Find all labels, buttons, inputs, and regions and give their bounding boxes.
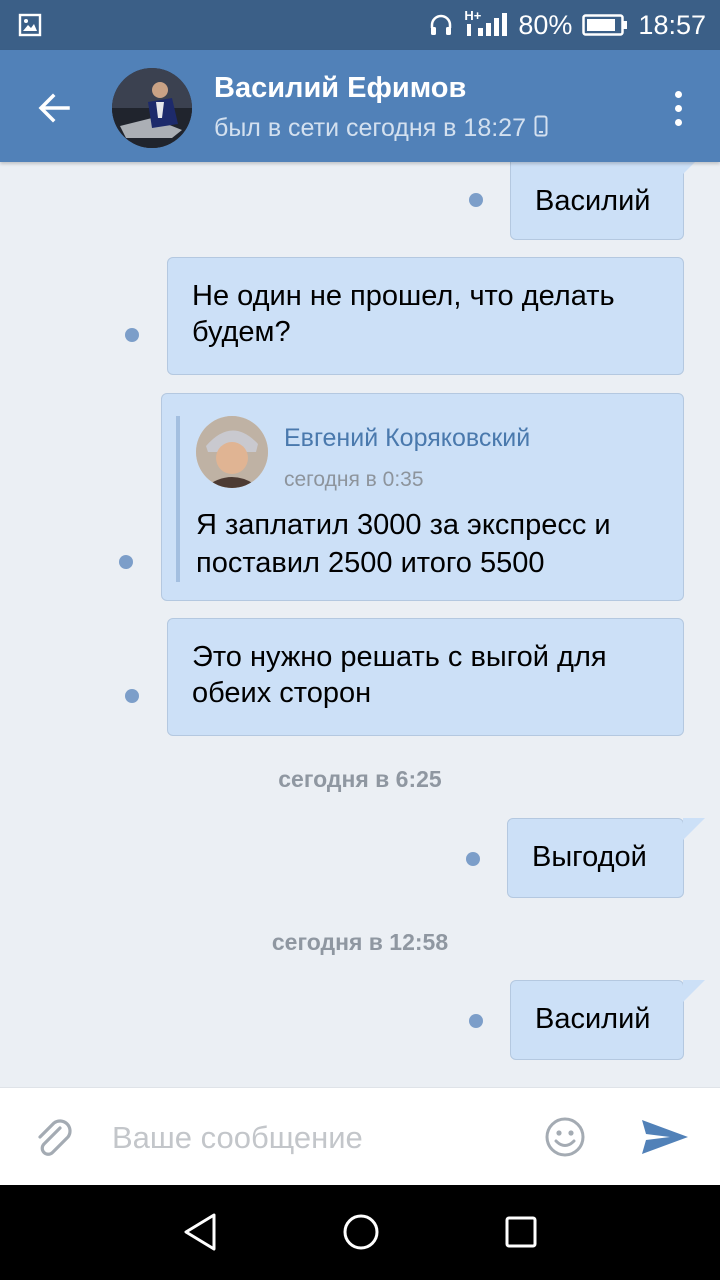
contact-avatar[interactable]: [112, 68, 192, 148]
message-input[interactable]: [112, 1108, 512, 1168]
more-vertical-icon: [674, 90, 682, 98]
send-button[interactable]: [638, 1112, 692, 1162]
message-text: Василий: [535, 185, 651, 217]
message-list[interactable]: Василий Не один не прошел, что делать бу…: [0, 162, 720, 1087]
headphones-icon: [428, 12, 454, 38]
contact-name[interactable]: Василий Ефимов: [214, 72, 466, 105]
circle-home-icon: [343, 1214, 379, 1250]
more-options-button[interactable]: [658, 80, 698, 136]
message-bubble[interactable]: Не один не прошел, что делать будем?: [167, 257, 684, 375]
back-button[interactable]: [22, 76, 86, 140]
message-text: Василий: [535, 1003, 651, 1035]
forward-author-name[interactable]: Евгений Коряковский: [284, 420, 530, 456]
nav-recents-button[interactable]: [496, 1207, 546, 1257]
signal-icon: H+: [464, 8, 508, 40]
message-text: Не один не прошел, что делать будем?: [192, 280, 615, 348]
square-recents-icon: [505, 1216, 537, 1248]
system-navigation-bar: [0, 1185, 720, 1280]
date-separator: сегодня в 12:58: [271, 929, 449, 955]
arrow-left-icon: [38, 93, 70, 123]
forwarded-message-bubble[interactable]: Евгений Коряковский сегодня в 0:35 Я зап…: [161, 393, 684, 601]
message-composer: [0, 1087, 720, 1185]
attach-button[interactable]: [30, 1114, 80, 1164]
message-bubble[interactable]: Выгодой: [507, 818, 705, 898]
emoji-button[interactable]: [540, 1112, 590, 1162]
status-bar: H+ 80% 18:57: [0, 0, 720, 50]
forward-quote-line: [176, 416, 180, 582]
smiley-icon: [545, 1117, 585, 1157]
message-text: Это нужно решать с выгой для обеих сторо…: [192, 641, 607, 709]
message-text: Выгодой: [532, 841, 647, 873]
send-arrow-icon: [642, 1120, 688, 1154]
nav-back-button[interactable]: [176, 1207, 226, 1257]
chat-header: Василий Ефимов был в сети сегодня в 18:2…: [0, 50, 720, 162]
unread-indicator: [125, 328, 139, 342]
forward-time: сегодня в 0:35: [284, 468, 424, 491]
mobile-device-icon: [534, 115, 548, 142]
date-separator: сегодня в 6:25: [278, 766, 442, 792]
message-bubble[interactable]: Василий: [510, 980, 705, 1060]
message-bubble[interactable]: Василий: [510, 162, 705, 240]
forward-text: Я заплатил 3000 за экспресс и поставил 2…: [196, 509, 611, 579]
nav-home-button[interactable]: [336, 1207, 386, 1257]
last-seen-text: был в сети сегодня в 18:27: [214, 114, 526, 142]
forward-author-avatar[interactable]: [196, 416, 268, 488]
unread-indicator: [466, 852, 480, 866]
paperclip-icon: [38, 1119, 72, 1156]
unread-indicator: [119, 555, 133, 569]
triangle-back-icon: [184, 1213, 216, 1251]
unread-indicator: [469, 193, 483, 207]
last-seen-row: был в сети сегодня в 18:27: [214, 114, 548, 143]
unread-indicator: [469, 1014, 483, 1028]
message-bubble[interactable]: Это нужно решать с выгой для обеих сторо…: [167, 618, 684, 736]
battery-icon: [582, 13, 628, 37]
image-icon: [18, 13, 42, 37]
battery-percent: 80%: [518, 9, 573, 40]
unread-indicator: [125, 689, 139, 703]
clock: 18:57: [638, 9, 706, 40]
